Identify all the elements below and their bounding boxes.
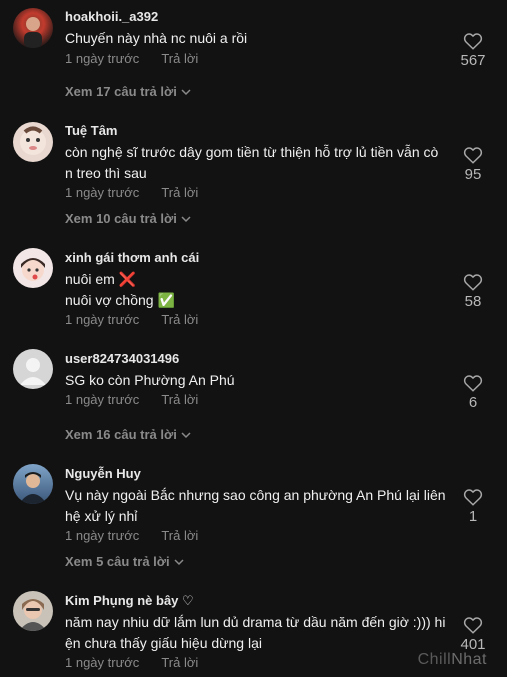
heart-icon	[463, 617, 483, 634]
avatar[interactable]	[13, 464, 53, 504]
comment-text: SG ko còn Phường An Phú	[65, 370, 460, 391]
username[interactable]: hoakhoii._a392	[65, 9, 158, 24]
comment-line: ện chưa thấy giấu hiệu dừng lại	[65, 635, 262, 651]
view-replies-button[interactable]: Xem 5 câu trả lời	[65, 554, 184, 569]
username[interactable]: Tuệ Tâm	[65, 123, 118, 138]
avatar[interactable]	[13, 591, 53, 631]
comment-meta: 1 ngày trước Trả lời	[65, 655, 198, 670]
comment-line: nuôi vợ chồng ✅	[65, 292, 175, 308]
view-replies-label: Xem 17 câu trả lời	[65, 84, 177, 99]
avatar[interactable]	[13, 8, 53, 48]
comment-text: còn nghệ sĩ trước dây gom tiền từ thiện …	[65, 142, 460, 184]
comment-line: năm nay nhiu dữ lắm lun dủ drama từ dầu …	[65, 614, 446, 630]
timestamp: 1 ngày trước	[65, 392, 140, 407]
timestamp: 1 ngày trước	[65, 655, 140, 670]
view-replies-label: Xem 10 câu trả lời	[65, 211, 177, 226]
like-button[interactable]: 1	[453, 488, 493, 525]
comment-line: nuôi em ❌	[65, 271, 137, 287]
chevron-down-icon	[181, 216, 191, 223]
timestamp: 1 ngày trước	[65, 528, 140, 543]
timestamp: 1 ngày trước	[65, 185, 140, 200]
heart-icon	[463, 33, 483, 50]
chevron-down-icon	[181, 432, 191, 439]
comment-meta: 1 ngày trước Trả lời	[65, 392, 198, 407]
username[interactable]: xinh gái thơm anh cái	[65, 250, 199, 265]
chevron-down-icon	[181, 89, 191, 96]
reply-button[interactable]: Trả lời	[161, 392, 198, 407]
avatar[interactable]	[13, 248, 53, 288]
comment-line: Chuyến này nhà nc nuôi a rồi	[65, 30, 248, 46]
view-replies-button[interactable]: Xem 10 câu trả lời	[65, 211, 191, 226]
default-avatar-icon	[20, 358, 46, 385]
timestamp: 1 ngày trước	[65, 51, 140, 66]
comment-meta: 1 ngày trước Trả lời	[65, 528, 198, 543]
watermark: ChillNhat	[418, 651, 487, 669]
comment-line: hệ xử lý nhỉ	[65, 508, 138, 524]
like-count: 567	[460, 52, 486, 69]
like-count: 58	[464, 293, 482, 310]
like-button[interactable]: 6	[453, 374, 493, 411]
comment-text: Chuyến này nhà nc nuôi a rồi	[65, 28, 460, 49]
view-replies-label: Xem 5 câu trả lời	[65, 554, 170, 569]
avatar[interactable]	[13, 122, 53, 162]
chevron-down-icon	[174, 559, 184, 566]
like-button[interactable]: 567	[453, 32, 493, 69]
like-count: 6	[468, 394, 478, 411]
reply-button[interactable]: Trả lời	[161, 51, 198, 66]
heart-icon	[463, 274, 483, 291]
view-replies-button[interactable]: Xem 17 câu trả lời	[65, 84, 191, 99]
comment-line: còn nghệ sĩ trước dây gom tiền từ thiện …	[65, 144, 439, 160]
username[interactable]: user824734031496	[65, 351, 179, 366]
comment-text: năm nay nhiu dữ lắm lun dủ drama từ dầu …	[65, 612, 460, 654]
view-replies-button[interactable]: Xem 16 câu trả lời	[65, 427, 191, 442]
reply-button[interactable]: Trả lời	[161, 312, 198, 327]
comment-line: Vụ này ngoài Bắc nhưng sao công an phườn…	[65, 487, 446, 503]
like-button[interactable]: 401	[453, 616, 493, 653]
like-count: 95	[464, 166, 482, 183]
like-count: 1	[468, 508, 478, 525]
comment-text: nuôi em ❌ nuôi vợ chồng ✅	[65, 269, 460, 311]
comment-meta: 1 ngày trước Trả lời	[65, 51, 198, 66]
avatar[interactable]	[13, 349, 53, 389]
watermark-part: Nhat	[451, 651, 487, 668]
view-replies-label: Xem 16 câu trả lời	[65, 427, 177, 442]
heart-icon	[463, 489, 483, 506]
reply-button[interactable]: Trả lời	[161, 528, 198, 543]
username[interactable]: Kim Phụng nè bây ♡	[65, 593, 194, 609]
comment-text: Vụ này ngoài Bắc nhưng sao công an phườn…	[65, 485, 460, 527]
heart-icon	[463, 147, 483, 164]
watermark-part: Chill	[417, 651, 452, 668]
reply-button[interactable]: Trả lời	[161, 185, 198, 200]
comment-meta: 1 ngày trước Trả lời	[65, 185, 198, 200]
like-button[interactable]: 58	[453, 273, 493, 310]
reply-button[interactable]: Trả lời	[161, 655, 198, 670]
comment-line: SG ko còn Phường An Phú	[65, 372, 235, 388]
username[interactable]: Nguyễn Huy	[65, 466, 141, 481]
comment-line: n treo thì sau	[65, 165, 147, 181]
timestamp: 1 ngày trước	[65, 312, 140, 327]
comment-meta: 1 ngày trước Trả lời	[65, 312, 198, 327]
like-button[interactable]: 95	[453, 146, 493, 183]
heart-icon	[463, 375, 483, 392]
